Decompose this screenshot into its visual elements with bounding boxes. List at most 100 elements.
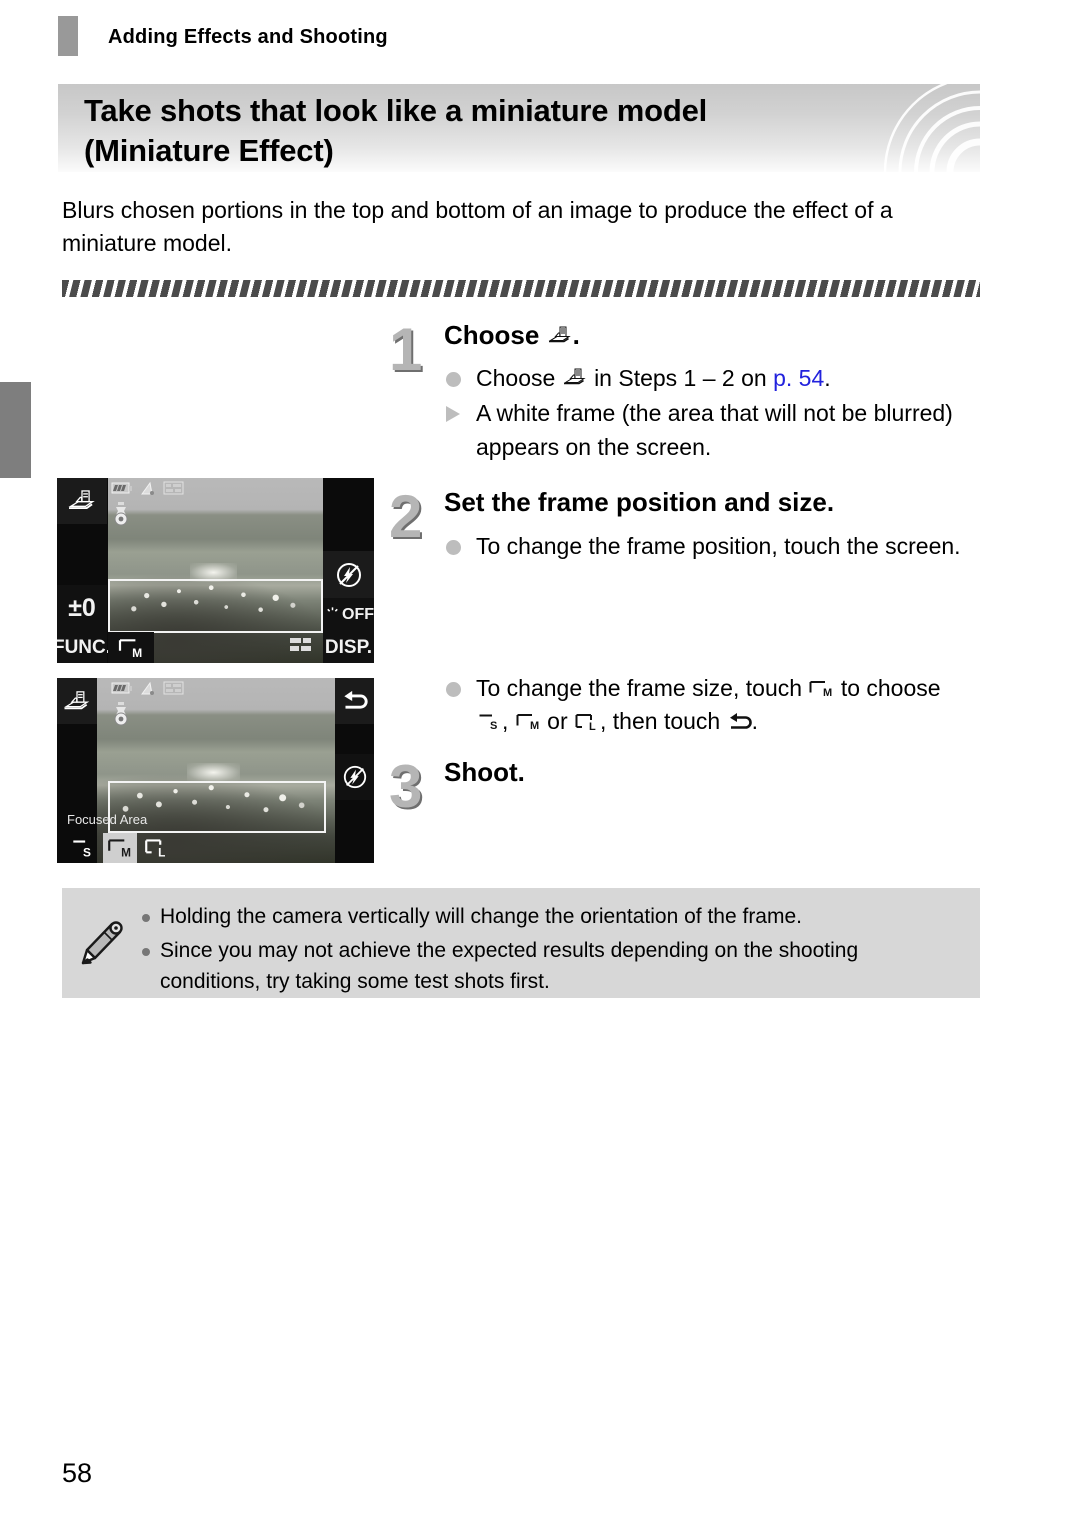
step-1-bullet-2-text: A white frame (the area that will not be… (476, 400, 953, 460)
step-1-body: Choose in Steps 1 – 2 on p. 54. A white … (444, 362, 964, 466)
frame-size-medium-icon: M (108, 839, 131, 859)
return-arrow-icon (343, 690, 368, 709)
page-title-line-1: Take shots that look like a miniature mo… (84, 93, 708, 128)
self-timer-icon (114, 502, 128, 526)
note-bullet (142, 948, 150, 957)
miniature-effect-icon (548, 326, 571, 343)
page-number: 58 (62, 1458, 93, 1488)
note-item: Since you may not achieve the expected r… (140, 936, 960, 997)
note-bullet (142, 914, 150, 922)
step-number-3: 3 (389, 753, 423, 820)
lcd-mode-button[interactable] (57, 678, 97, 724)
svg-text:M: M (121, 846, 131, 859)
miniature-focus-frame (108, 579, 323, 633)
svg-text:S: S (83, 846, 91, 859)
bullet-triangle (446, 406, 460, 423)
frame-size-option-m[interactable]: M (103, 833, 137, 863)
pencil-icon (81, 921, 123, 965)
step-2-bullet-2-text-mid1: to choose (840, 675, 941, 701)
note-item-text: Since you may not achieve the expected r… (160, 939, 859, 993)
lcd-mode-button[interactable] (57, 478, 107, 524)
camera-screen-frame-position: ±0 FUNC. M OFF DISP. (57, 478, 374, 663)
self-timer-icon (114, 702, 128, 726)
svg-text:M: M (823, 687, 832, 699)
step-2-bullet-2-period: . (751, 708, 758, 735)
running-head-marker (58, 16, 78, 56)
step-number-2: 2 (389, 483, 423, 550)
step-1-bullet-2: A white frame (the area that will not be… (444, 397, 964, 464)
frame-size-large-icon: L (575, 714, 596, 732)
running-head: Adding Effects and Shooting (0, 0, 1080, 62)
step-2-icon-comma: , (502, 708, 509, 735)
page-title: Take shots that look like a miniature mo… (84, 91, 944, 170)
step-1-heading-text: Choose (444, 320, 540, 350)
frame-size-small-icon: S (73, 840, 91, 859)
step-1-bullet-1-text-before: Choose (476, 365, 556, 391)
step-number-1: 1 (389, 316, 423, 383)
step-2-bullet-2-text-mid2: or (547, 708, 568, 735)
step-2-body-2: To change the frame size, touch M to cho… (444, 672, 969, 741)
frame-size-medium-icon: M (809, 681, 833, 699)
step-2-bullet-2: To change the frame size, touch M to cho… (444, 672, 969, 739)
page-title-line-2: (Miniature Effect) (84, 132, 334, 168)
frame-size-medium-icon: M (516, 714, 539, 732)
lcd-back-button[interactable] (335, 678, 374, 724)
step-2-bullet-1-text: To change the frame position, touch the … (476, 533, 961, 559)
step-3-heading: Shoot. (444, 757, 525, 787)
step-2-body: To change the frame position, touch the … (444, 530, 969, 565)
step-1-heading: Choose . (444, 320, 580, 351)
note-item: Holding the camera vertically will chang… (140, 902, 960, 932)
battery-icon (111, 682, 132, 694)
svg-text:M: M (132, 645, 142, 658)
lcd-disp-button[interactable]: DISP. (323, 632, 374, 663)
lcd-exposure-button[interactable]: ±0 (57, 585, 107, 632)
lcd-frame-size-button[interactable]: M (108, 632, 154, 663)
running-head-title: Adding Effects and Shooting (108, 26, 388, 48)
step-1-bullet-1-period: . (824, 365, 831, 391)
focused-area-label: Focused Area (67, 812, 148, 827)
flash-off-icon (343, 765, 366, 789)
svg-text:S: S (490, 720, 497, 732)
miniature-effect-icon (68, 490, 95, 510)
frame-size-medium-icon: M (118, 638, 142, 659)
note-box: Holding the camera vertically will chang… (62, 888, 980, 998)
bullet-dot (446, 540, 461, 555)
self-timer-off-icon (327, 607, 338, 612)
chapter-tab-marker (0, 382, 31, 478)
svg-text:M: M (530, 720, 539, 732)
miniature-effect-icon (63, 690, 90, 709)
svg-text:L: L (158, 846, 165, 859)
intro-paragraph: Blurs chosen portions in the top and bot… (62, 197, 893, 256)
lcd-func-button[interactable]: FUNC. (57, 632, 111, 663)
camera-screen-frame-size: Focused Area S M L (57, 678, 374, 863)
bullet-dot (446, 372, 461, 387)
note-item-text: Holding the camera vertically will chang… (160, 905, 802, 928)
bullet-dot (446, 682, 461, 697)
page-reference-link[interactable]: p. 54 (773, 365, 824, 391)
frame-size-small-icon: S (479, 714, 497, 732)
step-1-bullet-1: Choose in Steps 1 – 2 on p. 54. (444, 362, 964, 395)
shooting-mode-readout (290, 638, 311, 651)
frame-size-option-l[interactable]: L (141, 833, 173, 863)
flash-off-icon (336, 562, 361, 587)
miniature-effect-icon (563, 368, 586, 385)
section-title-banner: Take shots that look like a miniature mo… (58, 84, 980, 172)
note-list: Holding the camera vertically will chang… (140, 902, 960, 1001)
step-2-bullet-2-text-before: To change the frame size, touch (476, 675, 803, 701)
step-2-heading: Set the frame position and size. (444, 487, 835, 517)
hatched-divider (62, 280, 980, 297)
lcd-timer-button[interactable]: OFF (323, 598, 374, 632)
resolution-icon (163, 681, 184, 695)
image-quality-icon (141, 481, 154, 495)
lcd-timer-label: OFF (342, 606, 374, 623)
lcd-flash-button[interactable] (323, 551, 374, 598)
step-2-bullet-1: To change the frame position, touch the … (444, 530, 969, 563)
image-quality-icon (141, 681, 154, 695)
battery-icon (111, 482, 132, 494)
frame-size-option-s[interactable]: S (67, 833, 99, 863)
step-2-bullet-2-text-mid3: , then touch (600, 708, 721, 735)
lcd-flash-button[interactable] (335, 754, 374, 800)
step-1-heading-period: . (572, 320, 580, 350)
svg-text:L: L (589, 721, 596, 732)
return-arrow-icon (729, 713, 752, 730)
